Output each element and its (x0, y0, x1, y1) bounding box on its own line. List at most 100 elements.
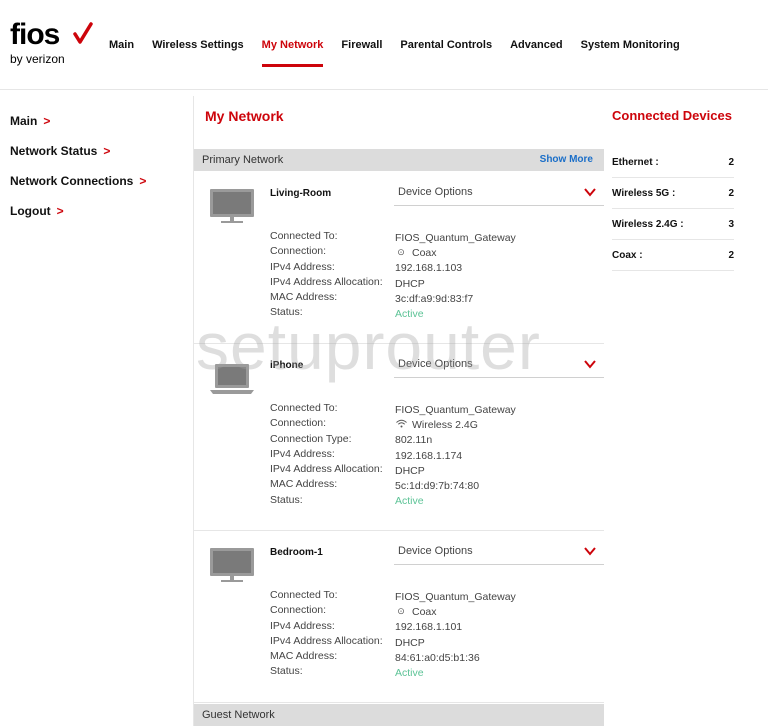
detail-row: Connected To: FIOS_Quantum_Gateway (270, 589, 516, 604)
detail-value: DHCP (395, 277, 425, 290)
detail-label: IPv4 Address Allocation: (270, 463, 383, 476)
status-value: Active (395, 308, 424, 321)
detail-label: IPv4 Address Allocation: (270, 634, 383, 647)
show-more-link[interactable]: Show More (540, 149, 593, 171)
header: fios by verizon Main Wireless Settings M… (0, 0, 768, 90)
detail-label: IPv4 Address: (270, 619, 335, 632)
detail-value: Wireless 2.4G (395, 417, 478, 432)
detail-value: ⊙ Coax (395, 604, 436, 619)
panel-title: Connected Devices (612, 108, 732, 123)
device-options-dropdown[interactable]: Device Options (394, 356, 604, 378)
stat-value: 2 (728, 188, 734, 199)
nav-my-network[interactable]: My Network (253, 38, 333, 67)
sidebar-item-label: Network Connections (10, 174, 134, 188)
detail-value: DHCP (395, 464, 425, 477)
sidebar-item-network-status[interactable]: Network Status > (10, 142, 180, 172)
device-options-label: Device Options (398, 545, 473, 557)
top-nav: Main Wireless Settings My Network Firewa… (100, 38, 689, 67)
device-details: Connected To: FIOS_Quantum_Gateway Connec… (270, 230, 516, 322)
monitor-icon (210, 548, 254, 582)
detail-value: 84:61:a0:d5:b1:36 (395, 651, 480, 664)
sidebar-item-logout[interactable]: Logout > (10, 202, 180, 232)
sidebar-item-network-connections[interactable]: Network Connections > (10, 172, 180, 202)
sidebar-item-label: Main (10, 114, 38, 128)
chevron-right-icon: > (103, 144, 111, 158)
nav-system-monitoring[interactable]: System Monitoring (572, 38, 689, 66)
stat-label: Ethernet : (612, 157, 659, 168)
detail-label: IPv4 Address: (270, 447, 335, 460)
nav-firewall[interactable]: Firewall (332, 38, 391, 66)
nav-main[interactable]: Main (100, 38, 143, 66)
device-options-label: Device Options (398, 358, 473, 370)
section-title: Primary Network (202, 154, 284, 166)
detail-label: MAC Address: (270, 478, 338, 491)
detail-label: Connection: (270, 604, 327, 617)
connected-devices-panel: Connected Devices Ethernet : 2 Wireless … (612, 96, 734, 271)
sidebar-item-label: Logout (10, 204, 51, 218)
chevron-right-icon: > (43, 114, 51, 128)
stat-coax: Coax : 2 (612, 240, 734, 271)
detail-row: IPv4 Address Allocation: DHCP (270, 463, 516, 478)
connection-type: Coax (412, 246, 437, 259)
stat-value: 2 (728, 157, 734, 168)
nav-advanced[interactable]: Advanced (501, 38, 572, 66)
fios-logo[interactable]: fios by verizon (10, 20, 93, 66)
device-options-label: Device Options (398, 186, 473, 198)
detail-row: Connected To: FIOS_Quantum_Gateway (270, 402, 516, 417)
detail-label: Connection Type: (270, 432, 352, 445)
device-details: Connected To: FIOS_Quantum_Gateway Connec… (270, 589, 516, 681)
detail-value: 5c:1d:d9:7b:74:80 (395, 480, 480, 493)
detail-row: MAC Address: 84:61:a0:d5:b1:36 (270, 650, 516, 665)
detail-row: Status: Active (270, 494, 516, 509)
detail-row: IPv4 Address Allocation: DHCP (270, 276, 516, 291)
detail-label: Status: (270, 493, 303, 506)
detail-value: 192.168.1.103 (395, 262, 463, 275)
detail-value: 3c:df:a9:9d:83:f7 (395, 292, 474, 305)
detail-row: Connection: ⊙ Coax (270, 245, 516, 260)
status-value: Active (395, 667, 424, 680)
nav-wireless-settings[interactable]: Wireless Settings (143, 38, 253, 66)
guest-network-header[interactable]: Guest Network (194, 704, 604, 726)
detail-value: 192.168.1.101 (395, 621, 463, 634)
wifi-icon (395, 419, 407, 430)
stat-value: 3 (728, 219, 734, 230)
detail-row: IPv4 Address: 192.168.1.101 (270, 620, 516, 635)
detail-row: Connected To: FIOS_Quantum_Gateway (270, 230, 516, 245)
stat-label: Wireless 2.4G : (612, 219, 684, 230)
chevron-down-icon (584, 360, 596, 369)
stat-value: 2 (728, 250, 734, 261)
sidebar: Main > Network Status > Network Connecti… (10, 112, 180, 232)
detail-row: IPv4 Address: 192.168.1.103 (270, 261, 516, 276)
detail-value: 192.168.1.174 (395, 449, 463, 462)
sidebar-item-label: Network Status (10, 144, 98, 158)
page-title: My Network (205, 108, 284, 124)
monitor-icon (210, 189, 254, 223)
device-name: Living-Room (270, 188, 332, 199)
detail-label: MAC Address: (270, 650, 338, 663)
detail-row: IPv4 Address: 192.168.1.174 (270, 448, 516, 463)
detail-row: Connection: ⊙ Coax (270, 604, 516, 619)
device-card: Living-Room Device Options Connected To:… (194, 172, 604, 344)
nav-parental-controls[interactable]: Parental Controls (391, 38, 501, 66)
detail-value: FIOS_Quantum_Gateway (395, 231, 516, 244)
stat-label: Wireless 5G : (612, 188, 676, 199)
detail-label: Connected To: (270, 589, 338, 601)
device-name: iPhone (270, 360, 304, 371)
primary-network-header: Primary Network Show More (194, 149, 604, 171)
device-name: Bedroom-1 (270, 547, 323, 558)
detail-row: IPv4 Address Allocation: DHCP (270, 635, 516, 650)
detail-value: FIOS_Quantum_Gateway (395, 590, 516, 603)
detail-row: Status: Active (270, 665, 516, 680)
device-card: iPhone Device Options Connected To: FIOS_… (194, 344, 604, 531)
detail-label: MAC Address: (270, 291, 338, 304)
chevron-down-icon (584, 188, 596, 197)
device-options-dropdown[interactable]: Device Options (394, 184, 604, 206)
sidebar-item-main[interactable]: Main > (10, 112, 180, 142)
section-title: Guest Network (202, 709, 275, 721)
detail-value: 802.11n (395, 434, 433, 447)
device-options-dropdown[interactable]: Device Options (394, 543, 604, 565)
detail-label: Connection: (270, 417, 327, 430)
stat-label: Coax : (612, 250, 643, 261)
device-details: Connected To: FIOS_Quantum_Gateway Connec… (270, 402, 516, 509)
stat-wireless-24g: Wireless 2.4G : 3 (612, 209, 734, 240)
